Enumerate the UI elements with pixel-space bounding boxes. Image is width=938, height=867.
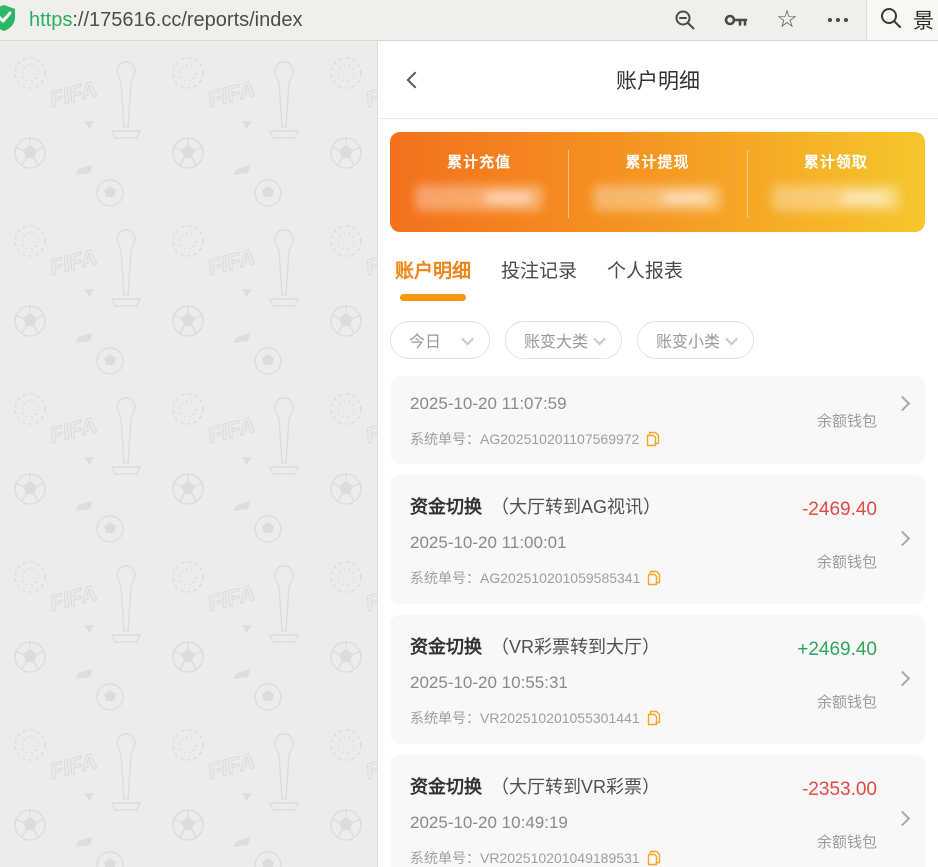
order-number: VR202510201049189531 xyxy=(480,850,640,866)
profile-avatar[interactable]: 景 xyxy=(913,5,934,35)
transaction-item[interactable]: 资金切换 （VR彩票转到大厅） 2025-10-20 10:55:31 系统单号… xyxy=(390,615,925,744)
order-label: 系统单号： xyxy=(410,429,480,449)
redacted-value xyxy=(772,185,900,211)
order-number: AG202510201059585341 xyxy=(480,570,640,586)
summary-label: 累计提现 xyxy=(625,151,689,172)
chevron-right-icon[interactable] xyxy=(895,670,911,686)
transaction-datetime: 2025-10-20 11:07:59 xyxy=(410,394,775,414)
transaction-amount: -2469.40 xyxy=(802,499,877,521)
browser-toolbar-icons: ☆ xyxy=(673,8,850,32)
tab-account-detail[interactable]: 账户明细 xyxy=(395,256,471,301)
transaction-title-row: 资金切换 （大厅转到VR彩票） xyxy=(410,773,775,799)
browser-search-section: 景 xyxy=(866,0,938,40)
back-chevron-icon xyxy=(407,71,424,88)
fifa-wallpaper: FIFA xyxy=(0,41,378,867)
transaction-item[interactable]: 资金切换 （大厅转到AG视讯） 2025-10-20 11:00:01 系统单号… xyxy=(390,475,925,604)
transaction-order-row: 系统单号： VR202510201055301441 xyxy=(410,708,775,728)
wallet-label: 余额钱包 xyxy=(817,691,877,712)
wallet-label: 余额钱包 xyxy=(817,551,877,572)
report-tabs: 账户明细 投注记录 个人报表 xyxy=(378,232,938,307)
chevron-down-icon xyxy=(461,332,474,345)
transaction-item[interactable]: 资金切换 （大厅转到VR彩票） 2025-10-20 10:49:19 系统单号… xyxy=(390,755,925,867)
tab-bet-records[interactable]: 投注记录 xyxy=(501,256,577,301)
chevron-right-icon[interactable] xyxy=(895,530,911,546)
url-path: ://175616.cc/reports/index xyxy=(72,9,302,31)
browser-address-bar: https://175616.cc/reports/index ☆ xyxy=(0,0,938,41)
chevron-right-icon[interactable] xyxy=(895,810,911,826)
filter-row: 今日 账变大类 账变小类 xyxy=(378,307,938,371)
chevron-right-icon[interactable] xyxy=(895,396,911,412)
copy-icon[interactable] xyxy=(647,570,661,586)
copy-icon[interactable] xyxy=(646,431,660,447)
transaction-subtitle: （大厅转到AG视讯） xyxy=(491,497,661,517)
order-number: AG202510201107569972 xyxy=(480,431,639,447)
panel-header: 账户明细 xyxy=(378,41,938,119)
filter-major-type-dropdown[interactable]: 账变大类 xyxy=(505,321,622,359)
transaction-type: 资金切换 xyxy=(410,497,482,517)
wallet-label: 余额钱包 xyxy=(817,831,877,852)
search-icon[interactable] xyxy=(879,6,903,35)
copy-icon[interactable] xyxy=(647,850,661,866)
back-button[interactable] xyxy=(400,67,426,93)
transaction-type: 资金切换 xyxy=(410,777,482,797)
chevron-down-icon xyxy=(725,332,738,345)
transaction-order-row: 系统单号： AG202510201059585341 xyxy=(410,568,775,588)
filter-minor-type-dropdown[interactable]: 账变小类 xyxy=(637,321,754,359)
redacted-value xyxy=(415,185,543,211)
menu-dots-icon[interactable] xyxy=(826,8,850,32)
transaction-item[interactable]: +2525.40 2025-10-20 11:07:59 系统单号： AG202… xyxy=(390,376,925,464)
fifa-pattern-graphic: FIFA xyxy=(0,41,378,867)
page-title: 账户明细 xyxy=(616,65,700,95)
active-tab-underline xyxy=(400,294,466,301)
zoom-out-icon[interactable] xyxy=(673,8,697,32)
summary-total-claimed: 累计领取 xyxy=(747,132,925,232)
url-scheme: https xyxy=(29,9,72,31)
order-number: VR202510201055301441 xyxy=(480,710,640,726)
transaction-list[interactable]: +2525.40 2025-10-20 11:07:59 系统单号： AG202… xyxy=(378,371,938,867)
summary-total-deposit: 累计充值 xyxy=(390,132,568,232)
transaction-type: 资金切换 xyxy=(410,637,482,657)
screen: https://175616.cc/reports/index ☆ xyxy=(0,0,938,867)
redacted-value xyxy=(593,185,721,211)
order-label: 系统单号： xyxy=(410,568,480,588)
password-key-icon[interactable] xyxy=(724,8,748,32)
transaction-subtitle: （大厅转到VR彩票） xyxy=(491,777,660,797)
wallet-label: 余额钱包 xyxy=(817,410,877,431)
summary-total-withdraw: 累计提现 xyxy=(568,132,746,232)
url-text[interactable]: https://175616.cc/reports/index xyxy=(29,9,665,32)
transaction-datetime: 2025-10-20 10:49:19 xyxy=(410,813,775,833)
transaction-datetime: 2025-10-20 10:55:31 xyxy=(410,673,775,693)
transaction-amount: +2469.40 xyxy=(797,639,877,661)
summary-label: 累计充值 xyxy=(447,151,511,172)
transaction-order-row: 系统单号： AG202510201107569972 xyxy=(410,429,775,449)
transaction-title-row: 资金切换 （VR彩票转到大厅） xyxy=(410,633,775,659)
page-body: FIFA xyxy=(0,41,938,867)
order-label: 系统单号： xyxy=(410,708,480,728)
tab-personal-report[interactable]: 个人报表 xyxy=(607,256,683,301)
order-label: 系统单号： xyxy=(410,848,480,867)
copy-icon[interactable] xyxy=(647,710,661,726)
transaction-subtitle: （VR彩票转到大厅） xyxy=(491,637,660,657)
summary-card: 累计充值 累计提现 累计领取 xyxy=(390,132,925,232)
account-detail-panel: 账户明细 累计充值 累计提现 累计领取 账户明细 xyxy=(378,41,938,867)
chevron-down-icon xyxy=(593,332,606,345)
filter-date-dropdown[interactable]: 今日 xyxy=(390,321,490,359)
summary-label: 累计领取 xyxy=(804,151,868,172)
transaction-datetime: 2025-10-20 11:00:01 xyxy=(410,533,775,553)
transaction-order-row: 系统单号： VR202510201049189531 xyxy=(410,848,775,867)
ssl-shield-icon xyxy=(0,4,17,37)
bookmark-star-icon[interactable]: ☆ xyxy=(775,8,799,32)
transaction-title-row: 资金切换 （大厅转到AG视讯） xyxy=(410,493,775,519)
transaction-amount: -2353.00 xyxy=(802,779,877,801)
